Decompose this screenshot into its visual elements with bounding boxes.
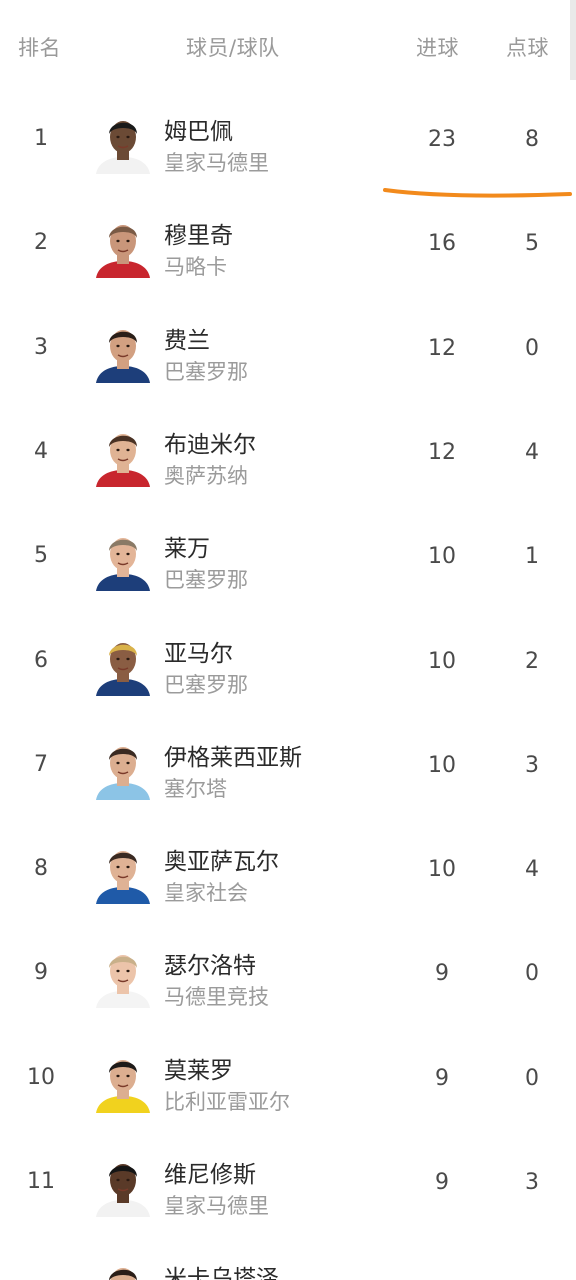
rank-number: 11 <box>27 1169 55 1194</box>
penalties-column-header[interactable]: 点球 <box>506 32 549 62</box>
list-item[interactable]: 6 亚马尔 巴塞罗那 10 2 <box>0 612 576 716</box>
rank-number: 1 <box>34 126 48 151</box>
team-name[interactable]: 皇家马德里 <box>164 1190 269 1220</box>
goals-value: 9 <box>435 961 449 987</box>
list-item[interactable]: 11 维尼修斯 皇家马德里 9 3 <box>0 1133 576 1237</box>
team-name[interactable]: 巴塞罗那 <box>164 564 248 594</box>
player-name[interactable]: 伊格莱西亚斯 <box>164 738 302 772</box>
list-item[interactable]: 9 瑟尔洛特 马德里竞技 9 0 <box>0 924 576 1028</box>
goals-value: 12 <box>428 335 456 361</box>
team-name[interactable]: 皇家马德里 <box>164 147 269 177</box>
team-name[interactable]: 比利亚雷亚尔 <box>164 1086 290 1116</box>
list-item[interactable]: 5 莱万 巴塞罗那 10 1 <box>0 507 576 611</box>
rank-number: 4 <box>34 438 48 464</box>
player-avatar[interactable] <box>92 319 154 383</box>
rank-number: 5 <box>34 543 48 569</box>
list-item[interactable]: 4 布迪米尔 奥萨苏纳 12 4 <box>0 403 576 507</box>
list-item[interactable]: 7 伊格莱西亚斯 塞尔塔 10 3 <box>0 716 576 820</box>
player-avatar[interactable] <box>92 1257 154 1280</box>
table-header: 排名 球员/球队 进球 点球 <box>0 0 576 95</box>
list-item[interactable]: 1 姆巴佩 皇家马德里 23 8 <box>0 90 576 194</box>
list-item[interactable]: 10 莫莱罗 比利亚雷亚尔 9 0 <box>0 1029 576 1133</box>
team-name[interactable]: 马略卡 <box>164 251 227 281</box>
rank-number: 6 <box>34 647 48 673</box>
player-name[interactable]: 穆里奇 <box>164 216 233 250</box>
player-avatar[interactable] <box>92 1153 154 1217</box>
penalties-value: 3 <box>525 1170 539 1195</box>
player-name[interactable]: 米卡乌塔泽 <box>164 1259 279 1280</box>
team-name[interactable]: 巴塞罗那 <box>164 356 248 386</box>
player-avatar[interactable] <box>92 423 154 487</box>
player-name[interactable]: 亚马尔 <box>164 634 233 668</box>
goals-value: 10 <box>428 648 456 674</box>
goals-column-header[interactable]: 进球 <box>416 32 459 62</box>
list-item[interactable]: 米卡乌塔泽 <box>0 1237 576 1280</box>
player-avatar[interactable] <box>92 632 154 696</box>
player-avatar[interactable] <box>92 944 154 1009</box>
player-name[interactable]: 费兰 <box>164 321 210 355</box>
penalties-value: 2 <box>525 648 539 674</box>
penalties-value: 5 <box>525 231 539 257</box>
player-name[interactable]: 莫莱罗 <box>164 1051 233 1085</box>
team-name[interactable]: 马德里竞技 <box>164 981 269 1011</box>
scrollbar-edge <box>570 0 576 80</box>
penalties-value: 0 <box>525 1065 539 1091</box>
rank-number: 2 <box>34 230 48 256</box>
rank-number: 9 <box>34 960 48 986</box>
goals-value: 23 <box>428 127 456 152</box>
player-avatar[interactable] <box>92 1049 154 1113</box>
player-name[interactable]: 布迪米尔 <box>164 425 256 459</box>
player-avatar[interactable] <box>92 527 154 592</box>
rank-number: 3 <box>34 334 48 360</box>
player-avatar[interactable] <box>92 736 154 800</box>
rank-number: 8 <box>34 856 48 882</box>
penalties-value: 4 <box>525 857 539 883</box>
list-item[interactable]: 2 穆里奇 马略卡 16 5 <box>0 194 576 298</box>
team-name[interactable]: 奥萨苏纳 <box>164 460 248 490</box>
player-name[interactable]: 奥亚萨瓦尔 <box>164 842 279 876</box>
rank-number: 10 <box>27 1064 55 1090</box>
player-name[interactable]: 维尼修斯 <box>164 1155 256 1189</box>
penalties-value: 8 <box>525 127 539 152</box>
player-avatar[interactable] <box>92 840 154 905</box>
penalties-value: 0 <box>525 961 539 987</box>
list-item[interactable]: 3 费兰 巴塞罗那 12 0 <box>0 299 576 403</box>
team-name[interactable]: 巴塞罗那 <box>164 669 248 699</box>
goals-value: 9 <box>435 1170 449 1195</box>
goals-value: 10 <box>428 857 456 883</box>
player-name[interactable]: 姆巴佩 <box>164 112 233 146</box>
team-name[interactable]: 塞尔塔 <box>164 773 227 803</box>
penalties-value: 0 <box>525 335 539 361</box>
rank-column-header[interactable]: 排名 <box>18 32 61 62</box>
goals-value: 12 <box>428 439 456 465</box>
goals-value: 10 <box>428 752 456 778</box>
player-name[interactable]: 瑟尔洛特 <box>164 946 256 980</box>
goals-value: 9 <box>435 1065 449 1091</box>
penalties-value: 4 <box>525 439 539 465</box>
penalties-value: 3 <box>525 752 539 778</box>
player-avatar[interactable] <box>92 110 154 174</box>
rank-number: 7 <box>34 751 48 777</box>
player-name[interactable]: 莱万 <box>164 529 210 563</box>
goals-value: 10 <box>428 544 456 570</box>
player-team-column-header[interactable]: 球员/球队 <box>186 32 280 62</box>
goals-value: 16 <box>428 231 456 257</box>
player-avatar[interactable] <box>92 214 154 279</box>
penalties-value: 1 <box>525 544 539 570</box>
team-name[interactable]: 皇家社会 <box>164 877 248 907</box>
list-item[interactable]: 8 奥亚萨瓦尔 皇家社会 10 4 <box>0 820 576 924</box>
